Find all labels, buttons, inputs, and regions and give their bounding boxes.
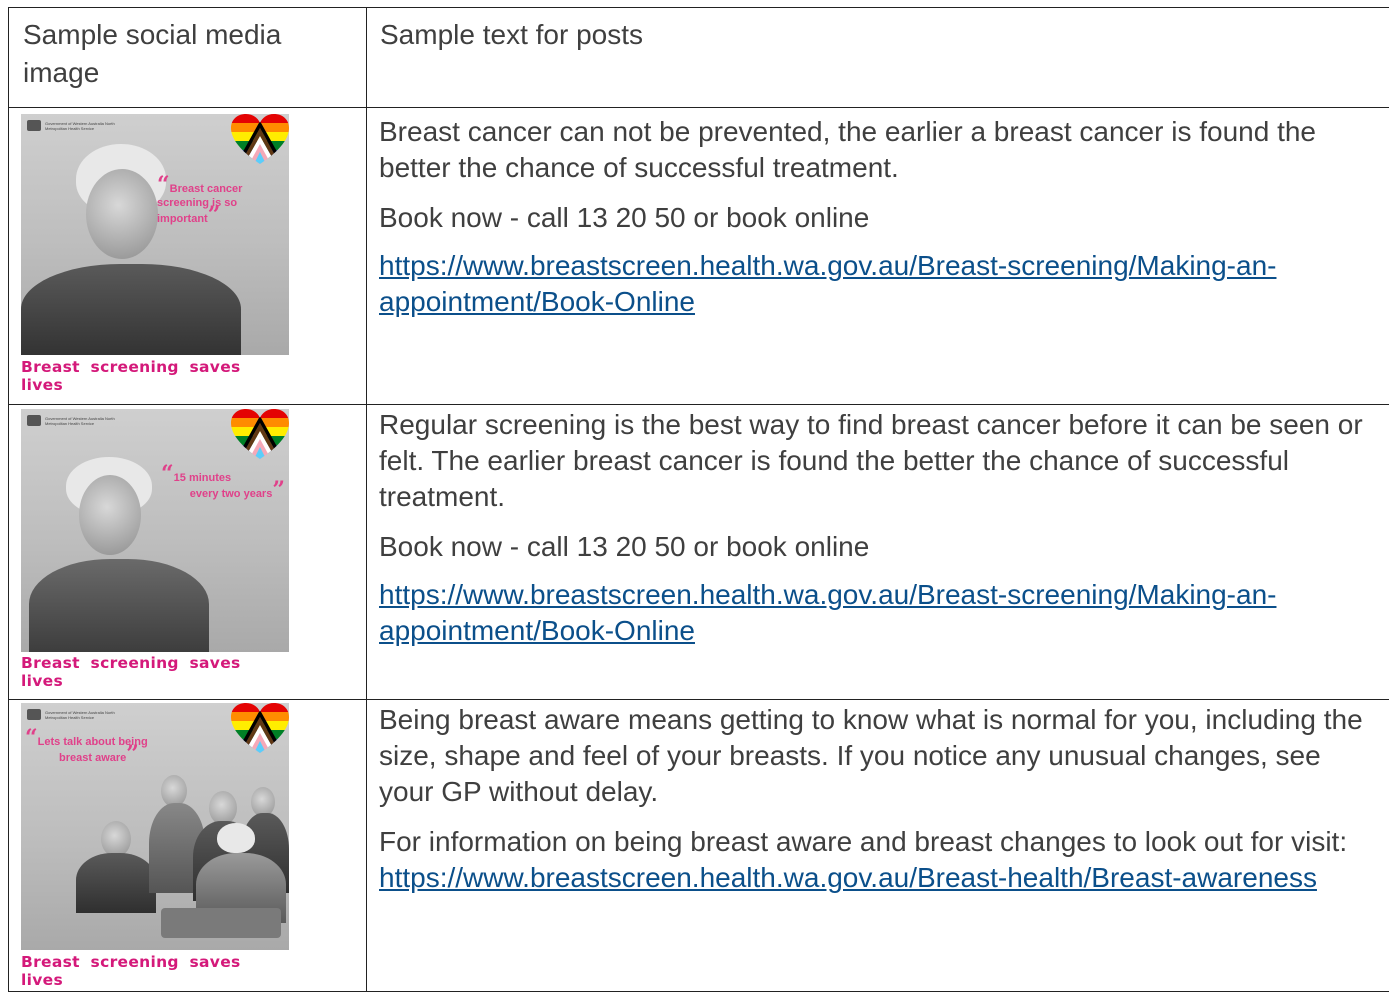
table-row: Government of Western Australia North Me…	[9, 108, 1389, 405]
woman-figure	[21, 409, 289, 652]
text-cell: Breast cancer can not be prevented, the …	[367, 108, 1389, 405]
photo-woman-arms-crossed: Government of Western Australia North Me…	[21, 409, 289, 652]
header-cell-image: Sample social media image	[9, 8, 367, 108]
photo-woman-portrait: Government of Western Australia North Me…	[21, 114, 289, 355]
photo-group-of-women: Government of Western Australia North Me…	[21, 703, 289, 950]
image-tagline: Breast screening saves lives	[21, 358, 293, 394]
table-row: Government of Western Australia North Me…	[9, 405, 1389, 700]
image-quote: “Lets talk about being breast aware”	[25, 733, 185, 765]
image-quote: “Breast cancer screening is so important…	[157, 180, 267, 226]
post-info-prefix: For information on being breast aware an…	[379, 826, 1347, 857]
text-cell: Being breast aware means getting to know…	[367, 700, 1389, 992]
image-cell: Government of Western Australia North Me…	[9, 700, 367, 992]
header-cell-text: Sample text for posts	[367, 8, 1389, 108]
image-tagline: Breast screening saves lives	[21, 654, 293, 690]
image-tagline: Breast screening saves lives	[21, 953, 293, 989]
header-image-label: Sample social media image	[9, 8, 366, 92]
social-media-table: Sample social media image Sample text fo…	[8, 7, 1389, 992]
social-image-3: Government of Western Australia North Me…	[21, 703, 293, 989]
table-header-row: Sample social media image Sample text fo…	[9, 8, 1389, 108]
image-cell: Government of Western Australia North Me…	[9, 108, 367, 405]
woman-figure	[21, 114, 289, 355]
booking-link[interactable]: https://www.breastscreen.health.wa.gov.a…	[379, 250, 1276, 317]
text-cell: Regular screening is the best way to fin…	[367, 405, 1389, 700]
table-row: Government of Western Australia North Me…	[9, 700, 1389, 992]
post-paragraph: Regular screening is the best way to fin…	[379, 407, 1382, 515]
post-booking-text: Book now - call 13 20 50 or book online	[379, 529, 1382, 565]
social-image-2: Government of Western Australia North Me…	[21, 409, 293, 690]
image-quote: “15 minutes every two years”	[161, 469, 289, 501]
booking-link[interactable]: https://www.breastscreen.health.wa.gov.a…	[379, 579, 1276, 646]
header-text-label: Sample text for posts	[367, 8, 1389, 54]
breast-awareness-link[interactable]: https://www.breastscreen.health.wa.gov.a…	[379, 862, 1317, 893]
post-booking-text: Book now - call 13 20 50 or book online	[379, 200, 1382, 236]
post-info-text: For information on being breast aware an…	[379, 824, 1382, 896]
post-paragraph: Being breast aware means getting to know…	[379, 702, 1382, 810]
post-paragraph: Breast cancer can not be prevented, the …	[379, 114, 1382, 186]
social-image-1: Government of Western Australia North Me…	[21, 114, 293, 394]
image-cell: Government of Western Australia North Me…	[9, 405, 367, 700]
